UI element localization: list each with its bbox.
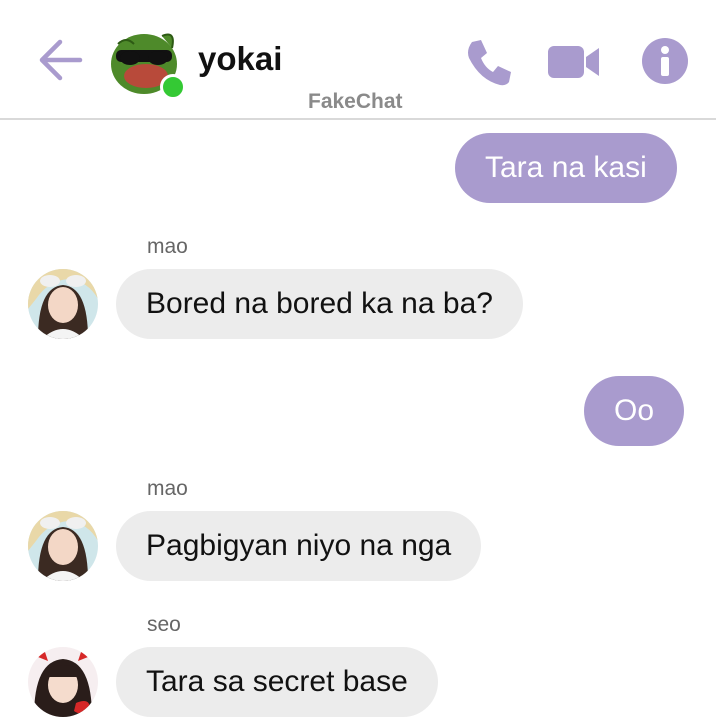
sender-avatar-mao[interactable] [28,269,98,339]
info-icon[interactable] [640,36,690,86]
incoming-message-bubble[interactable]: Bored na bored ka na ba? [116,269,523,339]
incoming-message-bubble[interactable]: Tara sa secret base [116,647,438,717]
chat-header: yokai FakeChat [0,0,716,120]
back-arrow-icon[interactable] [36,38,84,82]
contact-name[interactable]: yokai [198,40,282,78]
outgoing-message-bubble[interactable]: Oo [584,376,685,446]
sender-avatar-mao[interactable] [28,511,98,581]
phone-icon[interactable] [462,36,514,88]
sender-name: seo [147,613,181,636]
incoming-message-bubble[interactable]: Pagbigyan niyo na nga [116,511,482,581]
sender-avatar-seo[interactable] [28,647,98,717]
online-status-dot [160,74,186,100]
chat-screen: yokai FakeChat Tara na kasi mao Bored na… [0,0,716,728]
sender-name: mao [147,477,188,500]
video-camera-icon[interactable] [544,36,602,88]
sender-name: mao [147,235,188,258]
outgoing-message-bubble[interactable]: Tara na kasi [455,133,677,203]
app-watermark: FakeChat [308,90,403,113]
